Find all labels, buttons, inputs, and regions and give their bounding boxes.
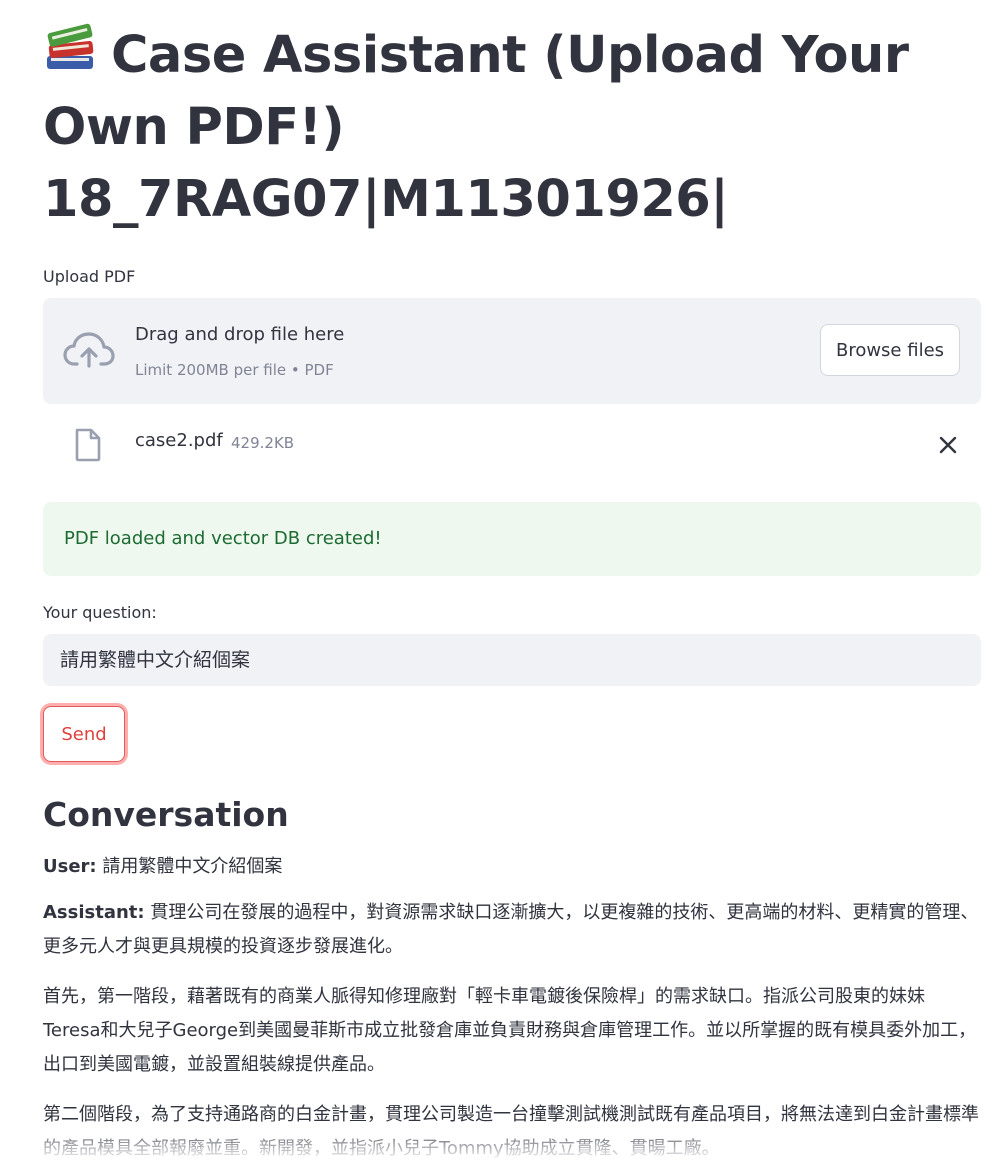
uploaded-file-row: case2.pdf 429.2KB [43,404,981,490]
browse-files-button[interactable]: Browse files [820,324,960,376]
assistant-prefix: Assistant: [43,902,145,923]
conversation-heading: Conversation [43,795,289,834]
assistant-paragraph: 貫理公司在發展的過程中，對資源需求缺口逐漸擴大，以更複雜的技術、更高端的材料、更… [43,902,979,957]
upload-label: Upload PDF [43,267,136,286]
dropzone-limit: Limit 200MB per file • PDF [135,361,334,379]
assistant-paragraph: 首先，第一階段，藉著既有的商業人脈得知修理廠對「輕卡車電鍍後保險桿」的需求缺口。… [43,986,977,1075]
file-icon [75,428,101,462]
file-dropzone[interactable]: Drag and drop file here Limit 200MB per … [43,298,981,404]
dropzone-title: Drag and drop file here [135,324,345,345]
question-label: Your question: [43,603,157,622]
file-name: case2.pdf [135,430,223,451]
close-icon[interactable] [937,434,959,456]
bottom-fade [0,1124,1008,1158]
question-input[interactable]: 請用繁體中文介紹個案 [43,634,981,686]
user-message-text: 請用繁體中文介紹個案 [96,856,283,877]
main-container: Case Assistant (Upload Your Own PDF!) 18… [43,20,981,1166]
user-message: User: 請用繁體中文介紹個案 [43,850,981,884]
books-icon [47,23,94,69]
page-title: Case Assistant (Upload Your Own PDF!) 18… [43,20,981,236]
assistant-message: Assistant: 貫理公司在發展的過程中，對資源需求缺口逐漸擴大，以更複雜的… [43,896,981,964]
cloud-upload-icon [63,332,115,368]
success-alert: PDF loaded and vector DB created! [43,502,981,576]
file-size: 429.2KB [231,434,295,452]
user-prefix: User: [43,856,97,877]
send-button[interactable]: Send [43,706,125,762]
